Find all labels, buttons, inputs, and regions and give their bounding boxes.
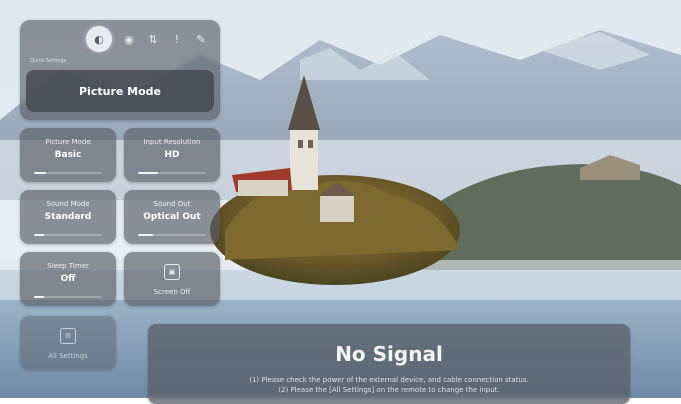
screen-off-tile[interactable]: ▣ Screen Off (124, 252, 220, 306)
network-icon[interactable]: ⇅ (142, 28, 164, 50)
input-resolution-tile-value: HD (164, 150, 180, 160)
sound-mode-tile-value: Standard (44, 212, 92, 222)
quick-settings-panel: ◐ ◉ ⇅ ! ✎ Quick Settings Picture Mode (20, 20, 220, 120)
sound-settings-icon[interactable]: ◉ (118, 28, 140, 50)
sleep-timer-tile[interactable]: Sleep Timer Off (20, 252, 116, 306)
screen-off-tile-title: Screen Off (153, 288, 191, 296)
no-signal-message-line-1: (1) Please check the power of the extern… (249, 376, 529, 384)
no-signal-title: No Signal (335, 342, 443, 366)
input-resolution-tile-title: Input Resolution (143, 138, 201, 146)
all-settings-tile-title: All Settings (48, 352, 88, 360)
no-signal-message-line-2: (2) Please the [All Settings] on the rem… (278, 386, 500, 394)
sleep-timer-indicator (34, 296, 102, 298)
info-icon[interactable]: ! (166, 28, 188, 50)
all-settings-tile[interactable]: ⚙ All Settings (20, 316, 116, 370)
sound-out-indicator (138, 234, 206, 236)
sound-mode-indicator (34, 234, 102, 236)
picture-mode-tile-value: Basic (54, 150, 82, 160)
input-resolution-tile[interactable]: Input Resolution HD (124, 128, 220, 182)
quick-settings-label: Quick Settings (30, 58, 67, 64)
sound-out-tile-title: Sound Out (153, 200, 191, 208)
input-resolution-indicator (138, 172, 206, 174)
sleep-timer-tile-title: Sleep Timer (47, 262, 89, 270)
sound-out-tile-value: Optical Out (143, 212, 201, 222)
picture-mode-tile-title: Picture Mode (45, 138, 91, 146)
quick-settings-icon-row: ◐ ◉ ⇅ ! ✎ (20, 26, 220, 52)
edit-icon[interactable]: ✎ (190, 28, 212, 50)
no-signal-panel: No Signal (1) Please check the power of … (148, 324, 630, 404)
sound-mode-tile[interactable]: Sound Mode Standard (20, 190, 116, 244)
picture-mode-indicator (34, 172, 102, 174)
picture-mode-tile[interactable]: Picture Mode Basic (20, 128, 116, 182)
sound-out-tile[interactable]: Sound Out Optical Out (124, 190, 220, 244)
screen-off-icon: ▣ (164, 264, 180, 280)
sound-mode-tile-title: Sound Mode (46, 200, 90, 208)
picture-mode-button[interactable]: Picture Mode (26, 70, 214, 112)
picture-settings-icon[interactable]: ◐ (86, 26, 112, 52)
sleep-timer-tile-value: Off (60, 274, 76, 284)
all-settings-icon: ⚙ (60, 328, 76, 344)
